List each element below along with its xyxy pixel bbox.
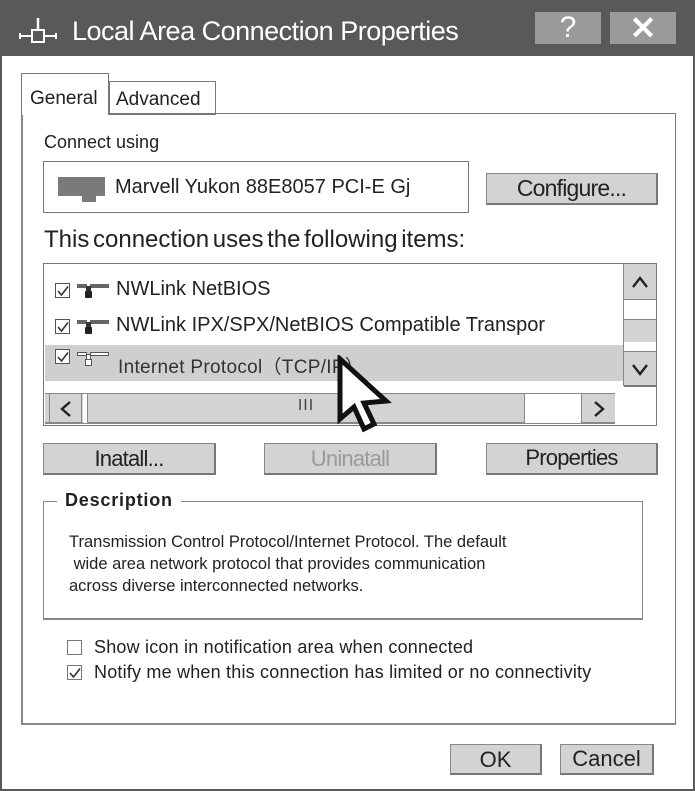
scroll-left-button[interactable] xyxy=(49,394,82,423)
adapter-field: Marvell Yukon 88E8057 PCI-E Gj xyxy=(43,161,469,213)
vertical-scrollbar[interactable] xyxy=(623,264,656,387)
scroll-up-button[interactable] xyxy=(624,264,656,300)
scroll-track xyxy=(83,394,88,423)
protocol-icon xyxy=(77,352,109,366)
adapter-name: Marvell Yukon 88E8057 PCI-E Gj xyxy=(115,176,411,198)
checkmark-icon xyxy=(69,668,81,679)
description-legend: Description xyxy=(57,490,181,511)
mouse-pointer-icon xyxy=(337,355,392,433)
items-heading: This connection uses the following items… xyxy=(44,226,466,253)
grip-icon: III xyxy=(297,397,315,414)
scroll-down-button[interactable] xyxy=(624,351,656,387)
list-item[interactable]: NWLink NetBIOS xyxy=(45,273,623,309)
option-label: Notify me when this connection has limit… xyxy=(94,662,592,682)
scroll-track[interactable] xyxy=(624,300,656,319)
item-label: NWLink IPX/SPX/NetBIOS Compatible Transp… xyxy=(116,314,546,336)
properties-button[interactable]: Properties xyxy=(486,443,658,475)
scroll-track[interactable] xyxy=(624,342,656,351)
tab-general[interactable]: General xyxy=(21,73,109,115)
close-button[interactable]: ✕ xyxy=(610,12,676,44)
show-icon-checkbox[interactable] xyxy=(67,640,82,655)
option-label: Show icon in notification area when conn… xyxy=(94,637,474,657)
chevron-down-icon xyxy=(632,364,648,376)
list-item[interactable]: NWLink IPX/SPX/NetBIOS Compatible Transp… xyxy=(45,309,623,345)
item-label: Internet Protocol（TCP/IP） xyxy=(118,357,365,378)
chevron-right-icon xyxy=(594,401,605,417)
scroll-right-button[interactable] xyxy=(581,394,615,423)
hscroll-thumb[interactable]: III xyxy=(89,394,523,423)
properties-dialog: Local Area Connection Properties ? ✕ Gen… xyxy=(0,0,695,791)
checkmark-icon xyxy=(57,352,69,363)
tab-advanced[interactable]: Advanced xyxy=(109,81,216,115)
help-icon: ? xyxy=(559,11,577,44)
item-checkbox[interactable] xyxy=(55,319,70,334)
network-adapter-icon xyxy=(58,177,105,203)
close-icon: ✕ xyxy=(629,10,657,46)
chevron-left-icon xyxy=(60,401,71,417)
chevron-up-icon xyxy=(632,276,648,288)
title-bar[interactable]: Local Area Connection Properties ? ✕ xyxy=(2,0,695,56)
help-button[interactable]: ? xyxy=(535,12,601,44)
window-title: Local Area Connection Properties xyxy=(72,16,459,46)
horizontal-scrollbar[interactable]: III xyxy=(45,393,615,424)
install-button[interactable]: Inatall... xyxy=(43,443,216,475)
checkmark-icon xyxy=(57,286,69,297)
notify-checkbox[interactable] xyxy=(67,665,82,680)
scroll-track[interactable] xyxy=(524,394,581,423)
description-text: Transmission Control Protocol/Internet P… xyxy=(69,533,507,595)
description-group: Description Transmission Control Protoco… xyxy=(43,490,643,620)
network-connection-icon xyxy=(19,18,57,43)
item-checkbox[interactable] xyxy=(55,349,70,364)
checkmark-icon xyxy=(57,322,69,333)
configure-button[interactable]: Configure... xyxy=(486,173,658,205)
cancel-button[interactable]: Cancel xyxy=(560,744,654,775)
scroll-thumb[interactable] xyxy=(624,319,656,342)
protocol-icon xyxy=(77,320,109,334)
connect-using-label: Connect using xyxy=(44,132,160,152)
list-item-selected[interactable]: Internet Protocol（TCP/IP） xyxy=(45,345,623,381)
item-label: NWLink NetBIOS xyxy=(116,278,271,300)
uninstall-button: Uninatall xyxy=(264,443,437,475)
ok-button[interactable]: OK xyxy=(450,744,542,775)
item-checkbox[interactable] xyxy=(55,283,70,298)
protocol-icon xyxy=(77,284,109,298)
